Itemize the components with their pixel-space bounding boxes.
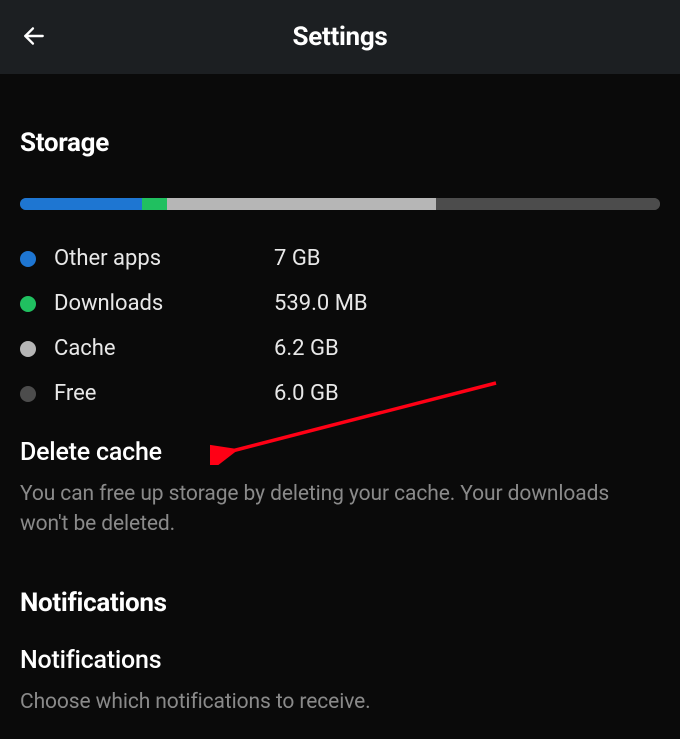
- storage-bar-cache: [167, 198, 436, 210]
- storage-row-value: 6.0 GB: [274, 381, 339, 406]
- storage-row-downloads: Downloads 539.0 MB: [20, 291, 660, 316]
- storage-bar: [20, 198, 660, 210]
- storage-heading: Storage: [20, 128, 660, 158]
- dot-icon: [20, 386, 36, 402]
- dot-icon: [20, 296, 36, 312]
- notifications-heading: Notifications: [20, 588, 660, 618]
- delete-cache-title: Delete cache: [20, 438, 660, 467]
- storage-row-value: 6.2 GB: [274, 336, 339, 361]
- topbar: Settings: [0, 0, 680, 74]
- delete-cache-subtitle: You can free up storage by deleting your…: [20, 479, 660, 540]
- storage-row-label: Other apps: [54, 246, 274, 271]
- storage-row-label: Cache: [54, 336, 274, 361]
- storage-bar-other-apps: [20, 198, 142, 210]
- delete-cache-item[interactable]: Delete cache You can free up storage by …: [20, 438, 660, 540]
- page-title: Settings: [0, 22, 680, 52]
- back-button[interactable]: [14, 18, 54, 58]
- notifications-item-subtitle: Choose which notifications to receive.: [20, 687, 660, 717]
- storage-bar-free: [436, 198, 660, 210]
- storage-row-label: Downloads: [54, 291, 274, 316]
- storage-row-cache: Cache 6.2 GB: [20, 336, 660, 361]
- storage-row-label: Free: [54, 381, 274, 406]
- storage-row-value: 7 GB: [274, 246, 321, 271]
- storage-row-free: Free 6.0 GB: [20, 381, 660, 406]
- dot-icon: [20, 341, 36, 357]
- arrow-left-icon: [21, 23, 47, 53]
- notifications-item-title: Notifications: [20, 646, 660, 675]
- dot-icon: [20, 251, 36, 267]
- storage-row-other-apps: Other apps 7 GB: [20, 246, 660, 271]
- storage-bar-downloads: [142, 198, 168, 210]
- notifications-item[interactable]: Notifications Choose which notifications…: [20, 646, 660, 717]
- storage-row-value: 539.0 MB: [274, 291, 368, 316]
